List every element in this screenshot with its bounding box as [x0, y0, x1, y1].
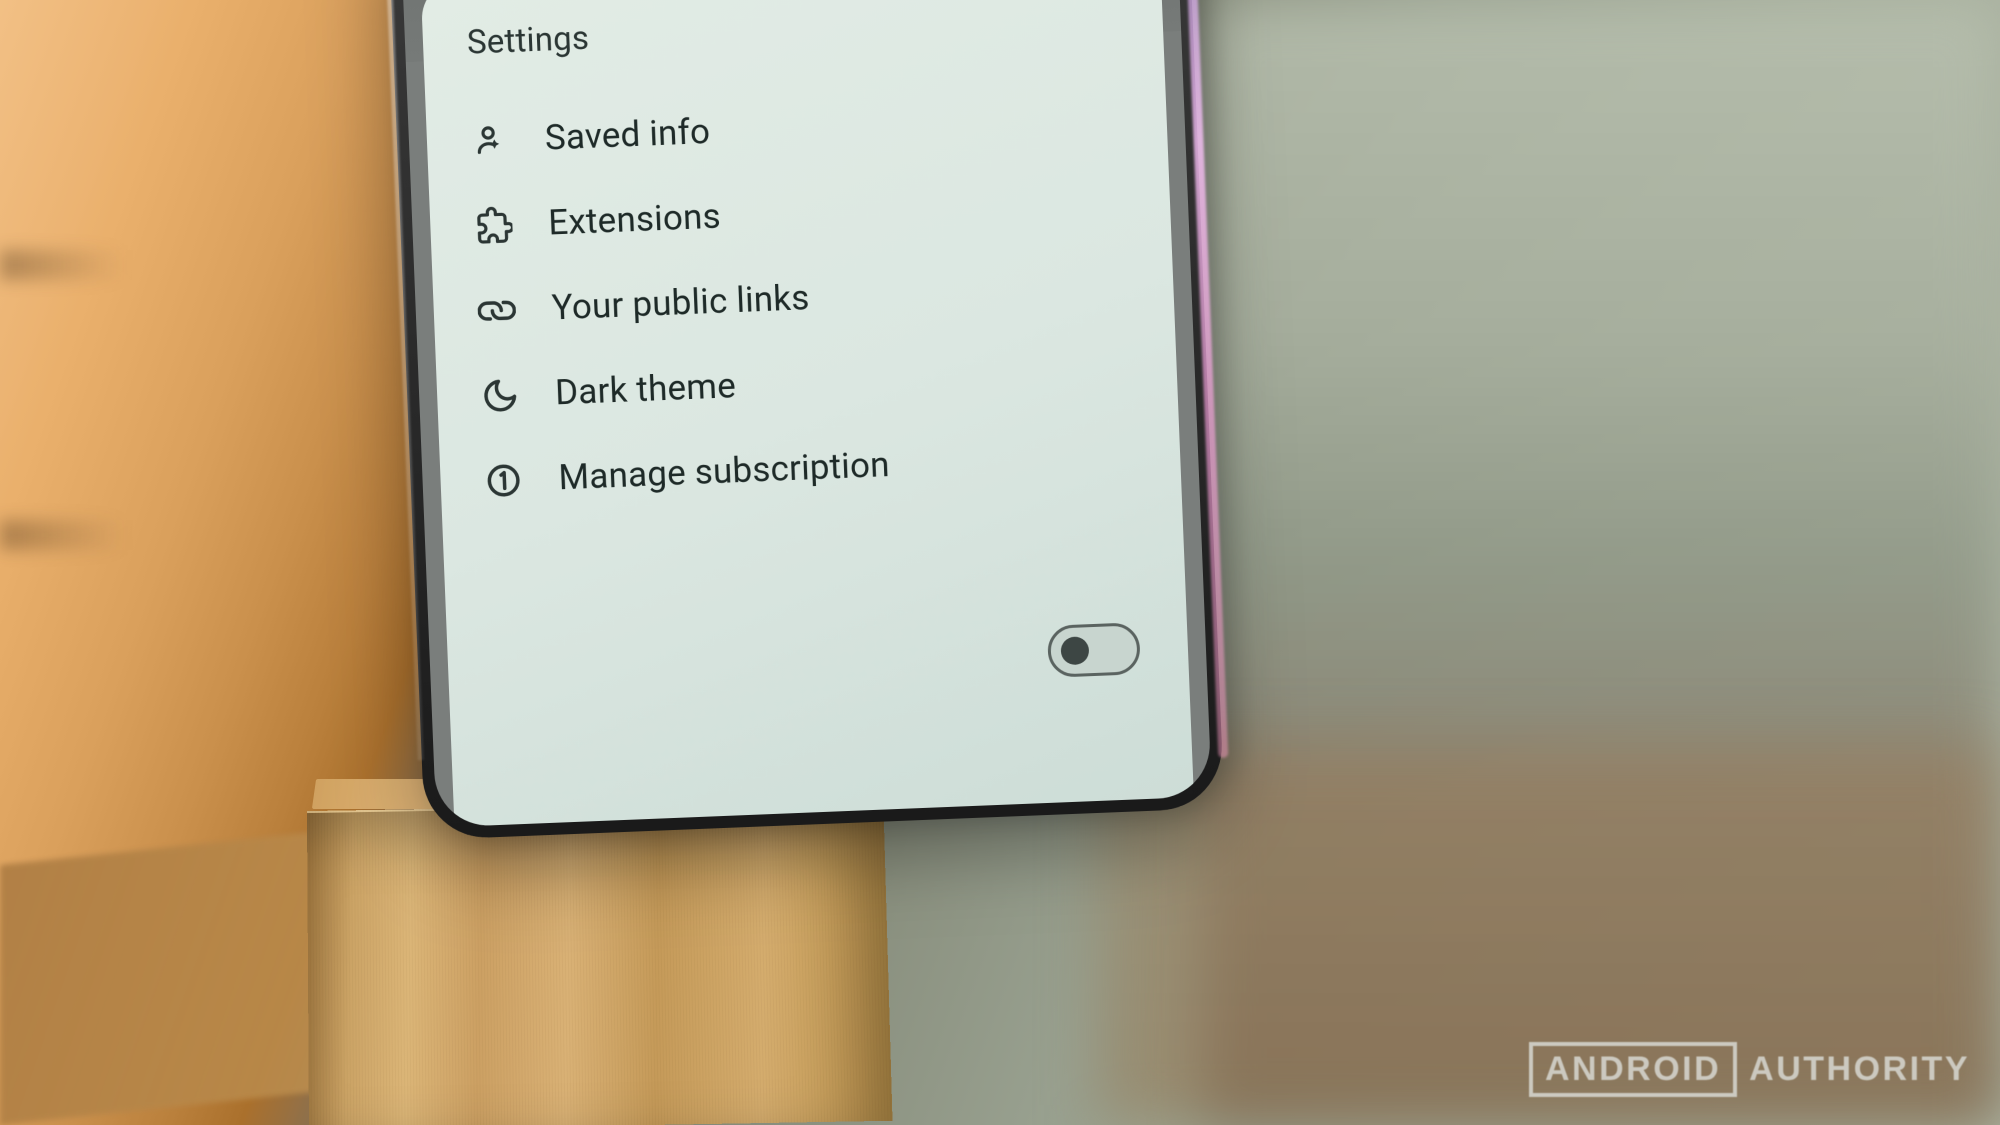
- dark-theme-toggle[interactable]: [1047, 622, 1141, 678]
- watermark-brand-text: AUTHORITY: [1737, 1042, 1970, 1097]
- link-icon: [477, 290, 516, 329]
- menu-item-label: Manage subscription: [558, 444, 891, 498]
- watermark: ANDROID AUTHORITY: [1529, 1042, 1970, 1097]
- phone-frame: Settings Saved info: [388, 0, 1225, 840]
- wooden-phone-stand: [308, 805, 888, 1125]
- sheet-title: Settings: [466, 0, 1119, 63]
- watermark-brand-box: ANDROID: [1529, 1042, 1737, 1097]
- phone-device: Settings Saved info: [388, 0, 1225, 840]
- menu-item-label: Saved info: [544, 111, 711, 159]
- extension-icon: [474, 206, 513, 245]
- person-sparkle-icon: [470, 121, 509, 160]
- phone-screen: Settings Saved info: [400, 0, 1212, 828]
- background-shelf-line: [0, 520, 420, 550]
- toggle-knob: [1060, 636, 1089, 665]
- circled-one-icon: [484, 460, 523, 499]
- settings-bottom-sheet: Settings Saved info: [421, 0, 1196, 828]
- moon-icon: [480, 375, 519, 414]
- menu-item-label: Dark theme: [554, 365, 736, 413]
- stand-front-face: [307, 801, 893, 1125]
- scene-background: Settings Saved info: [0, 0, 2000, 1125]
- menu-item-label: Your public links: [551, 277, 810, 328]
- background-shelf-line: [0, 250, 420, 280]
- dark-theme-toggle-container: [1047, 622, 1141, 678]
- menu-item-label: Extensions: [548, 196, 722, 244]
